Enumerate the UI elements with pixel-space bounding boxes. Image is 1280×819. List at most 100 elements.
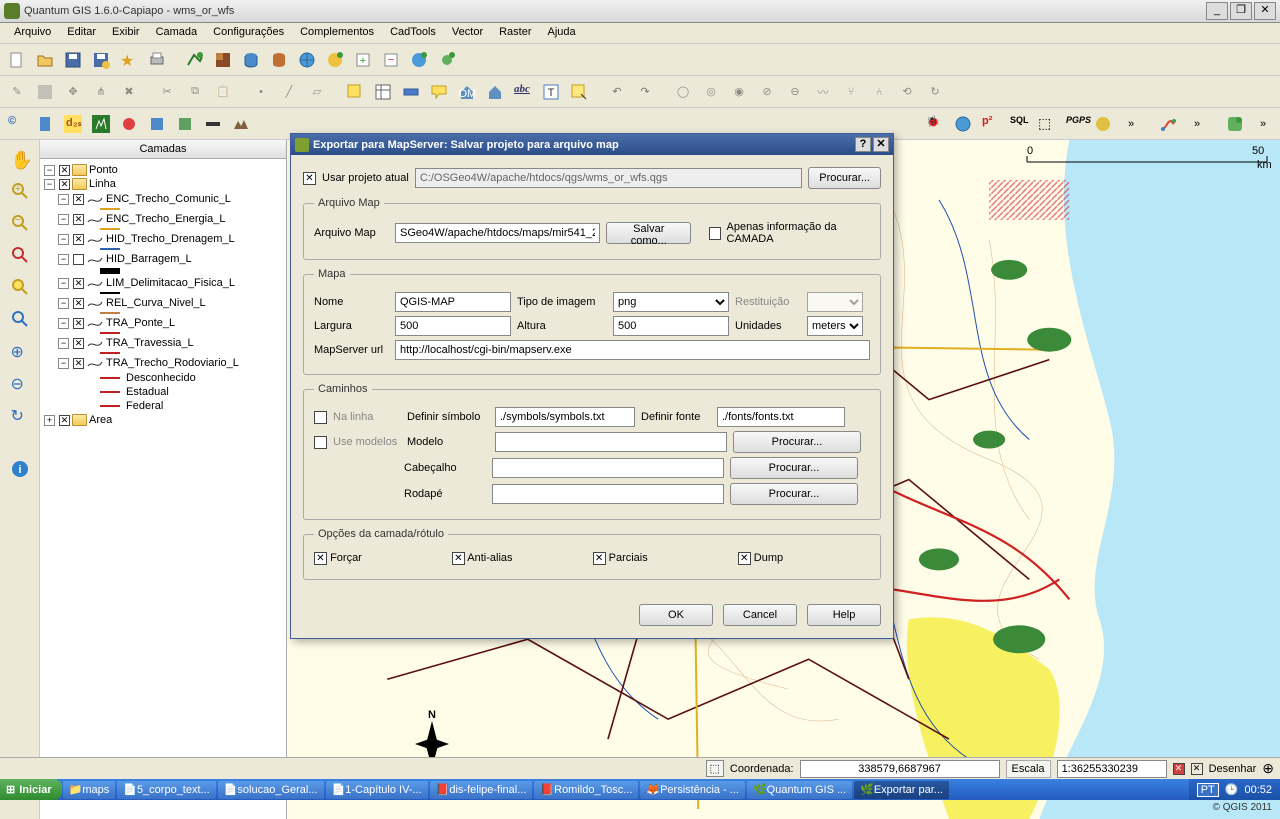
grass-icon[interactable] [88,111,114,137]
save-as-icon[interactable] [88,47,114,73]
taskbar-item-active[interactable]: 🌿 Exportar par... [854,781,949,799]
crs-icon[interactable]: ⊕ [1262,760,1274,777]
checkbox[interactable]: ✕ [59,179,70,190]
checkbox[interactable]: ✕ [73,338,84,349]
node-tool-icon[interactable]: ⋔ [88,79,114,105]
save-edit-icon[interactable] [32,79,58,105]
stop-render-button[interactable]: ✕ [1173,763,1185,775]
more-icon[interactable]: » [1118,111,1144,137]
redo-icon[interactable]: ↷ [632,79,658,105]
tree-sublayer[interactable]: Desconhecido [126,372,196,384]
scale-icon[interactable] [200,111,226,137]
zoom-full-icon[interactable] [5,240,35,270]
add-gps-icon[interactable] [434,47,460,73]
expand-icon[interactable]: − [58,254,69,265]
checkbox[interactable] [73,254,84,265]
rotate-icon[interactable]: ⟲ [894,79,920,105]
text-icon[interactable]: T [538,79,564,105]
taskbar-item[interactable]: 🦊 Persistência - ... [640,781,745,799]
cabecalho-input[interactable] [492,458,724,478]
tree-group-linha[interactable]: Linha [89,178,116,190]
tree-layer[interactable]: TRA_Travessia_L [106,337,194,349]
apenas-checkbox[interactable] [709,227,721,240]
checkbox[interactable]: ✕ [59,415,70,426]
help-button[interactable]: Help [807,604,881,626]
menu-configuracoes[interactable]: Configurações [205,23,292,43]
taskbar-item[interactable]: 📁 maps [63,781,116,799]
menu-cadtools[interactable]: CadTools [382,23,444,43]
taskbar-item[interactable]: 🌿 Quantum GIS ... [747,781,852,799]
save-icon[interactable] [60,47,86,73]
route-icon[interactable] [1156,111,1182,137]
plugin-mgr-icon[interactable] [1090,111,1116,137]
pgps-icon[interactable]: PGPS [1062,111,1088,137]
split-icon[interactable]: ⑂ [838,79,864,105]
print-icon[interactable] [144,47,170,73]
checkbox[interactable]: ✕ [73,194,84,205]
bookmark-icon[interactable] [482,79,508,105]
menu-vector[interactable]: Vector [444,23,491,43]
star-icon[interactable]: ★ [116,47,142,73]
tray-icon[interactable]: 🕒 [1225,783,1239,796]
procurar-modelo-button[interactable]: Procurar... [733,431,861,453]
new-project-icon[interactable] [4,47,30,73]
tree-layer[interactable]: HID_Barragem_L [106,253,192,265]
expand-icon[interactable]: − [58,338,69,349]
doc-icon[interactable] [32,111,58,137]
new-layer-icon[interactable]: + [350,47,376,73]
tree-sublayer[interactable]: Estadual [126,386,169,398]
dump-checkbox[interactable]: ✕ [738,552,751,565]
escala-input[interactable] [1057,760,1167,778]
expand-icon[interactable]: − [58,318,69,329]
dialog-titlebar[interactable]: Exportar para MapServer: Salvar projeto … [291,134,893,155]
zoom-layer-icon[interactable] [5,304,35,334]
copyright-icon[interactable]: © [4,111,30,137]
procurar-project-button[interactable]: Procurar... [808,167,881,189]
add-postgis-icon[interactable] [238,47,264,73]
unidades-select[interactable]: meters [807,316,863,336]
toggle-extents-icon[interactable]: ⬚ [706,760,724,777]
menu-editar[interactable]: Editar [59,23,104,43]
ftools-icon[interactable]: ⬚ [1034,111,1060,137]
zoom-out-icon[interactable]: − [5,208,35,238]
taskbar-item[interactable]: 📕 Romildo_Tosc... [534,781,638,799]
close-button[interactable]: ✕ [1254,2,1276,20]
taskbar-item[interactable]: 📄 1-Capítulo IV-... [326,781,428,799]
undo-icon[interactable]: ↶ [604,79,630,105]
checkbox[interactable]: ✕ [73,214,84,225]
use-current-checkbox[interactable]: ✕ [303,172,316,185]
ring-icon[interactable]: ◎ [698,79,724,105]
tree-sublayer[interactable]: Federal [126,400,163,412]
arquivo-input[interactable] [395,223,600,243]
zoom-selection-icon[interactable] [5,272,35,302]
tree-layer[interactable]: LIM_Delimitacao_Fisica_L [106,277,235,289]
start-button[interactable]: ⊞Iniciar [0,779,62,800]
move-feature-icon[interactable]: ✥ [60,79,86,105]
edit-icon[interactable]: ✎ [4,79,30,105]
tree-layer[interactable]: TRA_Trecho_Rodoviario_L [106,357,239,369]
copy-icon[interactable]: ⧉ [182,79,208,105]
procurar-rodape-button[interactable]: Procurar... [730,483,858,505]
tree-group-area[interactable]: Area [89,414,112,426]
p2-icon[interactable]: p² [978,111,1004,137]
url-input[interactable] [395,340,870,360]
checkbox[interactable]: ✕ [73,298,84,309]
paste-icon[interactable]: 📋 [210,79,236,105]
tipo-select[interactable]: png [613,292,729,312]
label-icon[interactable]: abc [510,79,536,105]
del-ring-icon[interactable]: ⊘ [754,79,780,105]
layer-tree[interactable]: −✕ Ponto −✕ Linha −✕ ENC_Trecho_Comunic_… [40,159,286,819]
menu-arquivo[interactable]: Arquivo [6,23,59,43]
pan-icon[interactable]: ✋ [5,144,35,174]
zoom-next-icon[interactable]: ⊖ [5,368,35,398]
maptip-icon[interactable] [426,79,452,105]
home-icon[interactable]: HOME [454,79,480,105]
forcar-checkbox[interactable]: ✕ [314,552,327,565]
parciais-checkbox[interactable]: ✕ [593,552,606,565]
rodape-input[interactable] [492,484,724,504]
reshape-icon[interactable]: 〰 [810,79,836,105]
cut-icon[interactable]: ✂ [154,79,180,105]
zoom-last-icon[interactable]: ⊕ [5,336,35,366]
green-plugin-icon[interactable] [1222,111,1248,137]
offset-icon[interactable]: ↻ [922,79,948,105]
